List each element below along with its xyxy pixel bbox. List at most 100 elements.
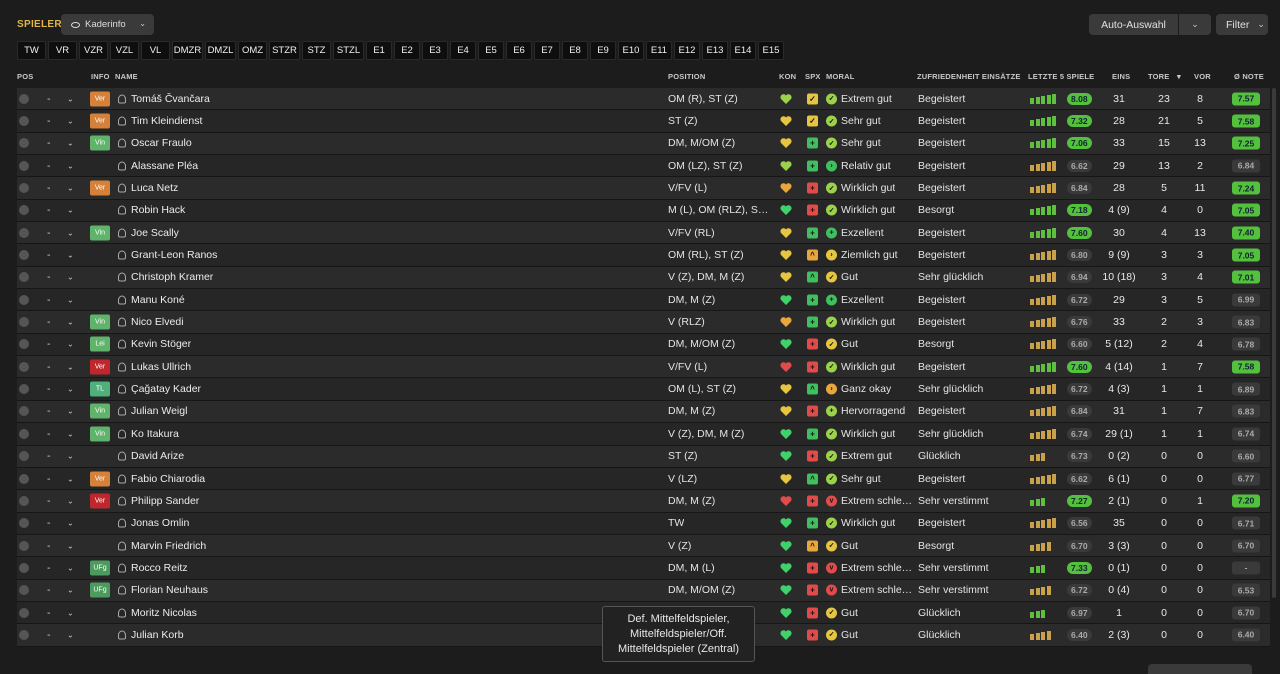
select-checkbox[interactable] xyxy=(19,495,29,506)
table-row[interactable]: - ⌄ Robin Hack M (L), OM (RLZ), ST (… + ✓ Wirk… xyxy=(17,199,1270,223)
table-row[interactable]: - ⌄ Jonas Omlin TW + ✓ Wirklich gut Begeistert 6… xyxy=(17,512,1270,535)
table-row[interactable]: - ⌄ Ver Philipp Sander DM, M (Z) + v Extrem sch… xyxy=(17,490,1270,513)
select-checkbox[interactable] xyxy=(19,384,29,395)
auto-select-button[interactable]: Auto-Auswahl xyxy=(1089,14,1178,35)
chevron-down-icon[interactable]: ⌄ xyxy=(67,295,74,304)
player-name[interactable]: David Arize xyxy=(131,450,184,462)
table-row[interactable]: - ⌄ Vin Ko Itakura V (Z), DM, M (Z) + ✓ Wirklic… xyxy=(17,423,1270,446)
select-checkbox[interactable] xyxy=(19,585,29,596)
table-row[interactable]: - ⌄ TL Çağatay Kader OM (L), ST (Z) ^ › Ganz ok… xyxy=(17,378,1270,401)
position-filter-stzl[interactable]: STZL xyxy=(333,41,364,60)
col-name[interactable]: NAME xyxy=(115,72,138,81)
pos-slot[interactable]: - xyxy=(47,227,51,239)
table-row[interactable]: - ⌄ Marvin Friedrich V (Z) ^ ✓ Gut Besorgt 6.70 3… xyxy=(17,534,1270,558)
pos-slot[interactable]: - xyxy=(47,540,51,552)
position-filter-e6[interactable]: E6 xyxy=(506,41,532,60)
position-filter-e1[interactable]: E1 xyxy=(366,41,392,60)
player-name[interactable]: Moritz Nicolas xyxy=(131,607,197,619)
player-name[interactable]: Ko Itakura xyxy=(131,428,179,440)
table-row[interactable]: - ⌄ Grant-Leon Ranos OM (RL), ST (Z) ^ › Zieml… xyxy=(17,244,1270,267)
pos-slot[interactable]: - xyxy=(47,204,51,216)
position-filter-e15[interactable]: E15 xyxy=(758,41,784,60)
pos-slot[interactable]: - xyxy=(47,271,51,283)
chevron-down-icon[interactable]: ⌄ xyxy=(67,452,74,461)
position-filter-e2[interactable]: E2 xyxy=(394,41,420,60)
player-name[interactable]: Rocco Reitz xyxy=(131,562,188,574)
pos-slot[interactable]: - xyxy=(47,562,51,574)
chevron-down-icon[interactable]: ⌄ xyxy=(67,563,74,572)
chevron-down-icon[interactable]: ⌄ xyxy=(67,340,74,349)
player-name[interactable]: Manu Koné xyxy=(131,294,185,306)
select-checkbox[interactable] xyxy=(19,339,29,350)
col-info[interactable]: INFO xyxy=(91,72,110,81)
chevron-down-icon[interactable]: ⌄ xyxy=(67,519,74,528)
table-row[interactable]: - ⌄ UFg Rocco Reitz DM, M (L) + v Extrem schle…… xyxy=(17,557,1270,580)
pos-slot[interactable]: - xyxy=(47,584,51,596)
chevron-down-icon[interactable]: ⌄ xyxy=(67,139,74,148)
col-position[interactable]: POSITION xyxy=(668,72,705,81)
position-filter-e4[interactable]: E4 xyxy=(450,41,476,60)
chevron-down-icon[interactable]: ⌄ xyxy=(67,318,74,327)
chevron-down-icon[interactable]: ⌄ xyxy=(67,541,74,550)
player-name[interactable]: Tomáš Čvančara xyxy=(131,93,210,105)
pos-slot[interactable]: - xyxy=(47,607,51,619)
player-name[interactable]: Jonas Omlin xyxy=(131,517,189,529)
table-row[interactable]: - ⌄ Ver Lukas Ullrich V/FV (L) + ✓ Wirklich gut… xyxy=(17,356,1270,379)
select-checkbox[interactable] xyxy=(19,562,29,573)
scrollbar[interactable] xyxy=(1272,88,1276,598)
pos-slot[interactable]: - xyxy=(47,137,51,149)
col-spx[interactable]: SPX xyxy=(805,72,821,81)
player-name[interactable]: Grant-Leon Ranos xyxy=(131,249,217,261)
chevron-down-icon[interactable]: ⌄ xyxy=(67,474,74,483)
player-name[interactable]: Lukas Ullrich xyxy=(131,361,191,373)
select-checkbox[interactable] xyxy=(19,629,29,640)
chevron-down-icon[interactable]: ⌄ xyxy=(67,251,74,260)
position-filter-e10[interactable]: E10 xyxy=(618,41,644,60)
chevron-down-icon[interactable]: ⌄ xyxy=(67,161,74,170)
pos-slot[interactable]: - xyxy=(47,473,51,485)
player-name[interactable]: Kevin Stöger xyxy=(131,338,191,350)
pos-slot[interactable]: - xyxy=(47,450,51,462)
select-checkbox[interactable] xyxy=(19,205,29,216)
pos-slot[interactable]: - xyxy=(47,249,51,261)
select-checkbox[interactable] xyxy=(19,250,29,261)
col-letzte[interactable]: LETZTE 5 SPIELE xyxy=(1028,72,1094,81)
player-name[interactable]: Tim Kleindienst xyxy=(131,115,202,127)
player-name[interactable]: Julian Weigl xyxy=(131,405,187,417)
chevron-down-icon[interactable]: ⌄ xyxy=(67,184,74,193)
pos-slot[interactable]: - xyxy=(47,294,51,306)
player-name[interactable]: Fabio Chiarodia xyxy=(131,473,205,485)
select-checkbox[interactable] xyxy=(19,451,29,462)
select-checkbox[interactable] xyxy=(19,294,29,305)
select-checkbox[interactable] xyxy=(19,428,29,439)
position-filter-vzl[interactable]: VZL xyxy=(110,41,139,60)
pos-slot[interactable]: - xyxy=(47,182,51,194)
position-filter-stz[interactable]: STZ xyxy=(302,41,331,60)
pos-slot[interactable]: - xyxy=(47,428,51,440)
pos-slot[interactable]: - xyxy=(47,93,51,105)
chevron-down-icon[interactable]: ⌄ xyxy=(67,228,74,237)
select-checkbox[interactable] xyxy=(19,93,29,104)
pos-slot[interactable]: - xyxy=(47,405,51,417)
select-checkbox[interactable] xyxy=(19,116,29,127)
table-row[interactable]: - ⌄ Vin Oscar Fraulo DM, M/OM (Z) + ✓ Sehr gut B… xyxy=(17,132,1270,156)
table-row[interactable]: - ⌄ Lei Kevin Stöger DM, M/OM (Z) + ✓ Gut Besorg… xyxy=(17,333,1270,357)
position-filter-vl[interactable]: VL xyxy=(141,41,170,60)
chevron-down-icon[interactable]: ⌄ xyxy=(67,496,74,505)
table-row[interactable]: - ⌄ David Arize ST (Z) + ✓ Extrem gut Glücklich… xyxy=(17,445,1270,468)
chevron-down-icon[interactable]: ⌄ xyxy=(67,429,74,438)
select-checkbox[interactable] xyxy=(19,272,29,283)
table-row[interactable]: - ⌄ Vin Nico Elvedi V (RLZ) + ✓ Wirklich gut Beg… xyxy=(17,311,1270,334)
player-name[interactable]: Nico Elvedi xyxy=(131,316,184,328)
select-checkbox[interactable] xyxy=(19,361,29,372)
player-name[interactable]: Marvin Friedrich xyxy=(131,540,206,552)
table-row[interactable]: - ⌄ Ver Luca Netz V/FV (L) + ✓ Wirklich gut Bege… xyxy=(17,177,1270,200)
col-vor[interactable]: VOR xyxy=(1194,72,1211,81)
chevron-down-icon[interactable]: ⌄ xyxy=(67,608,74,617)
select-checkbox[interactable] xyxy=(19,138,29,149)
position-filter-vzr[interactable]: VZR xyxy=(79,41,108,60)
position-filter-e5[interactable]: E5 xyxy=(478,41,504,60)
select-checkbox[interactable] xyxy=(19,473,29,484)
position-filter-dmzr[interactable]: DMZR xyxy=(172,41,203,60)
select-checkbox[interactable] xyxy=(19,518,29,529)
